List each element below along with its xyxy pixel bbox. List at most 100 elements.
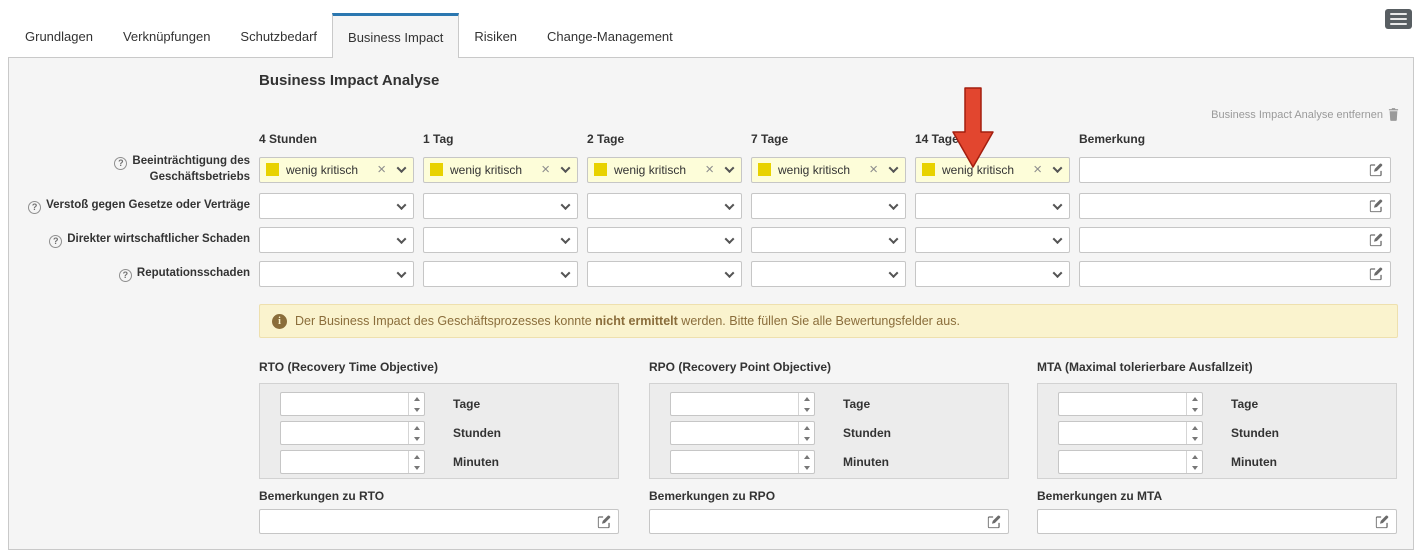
spinner-down-icon[interactable] [409, 404, 424, 415]
help-icon[interactable]: ? [28, 201, 41, 214]
spinner-down-icon[interactable] [799, 433, 814, 444]
bia-select[interactable]: wenig kritisch × [259, 157, 414, 183]
rpo-remark-field[interactable] [649, 509, 1009, 534]
tab-risiken[interactable]: Risiken [459, 16, 532, 57]
hamburger-menu-icon[interactable] [1385, 9, 1412, 29]
bia-select[interactable] [751, 261, 906, 287]
rpo-title: RPO (Recovery Point Objective) [649, 360, 1009, 375]
bia-select[interactable]: wenig kritisch × [423, 157, 578, 183]
rating-color-swatch [430, 163, 443, 176]
spinner-input[interactable] [281, 422, 408, 444]
tab-schutzbedarf[interactable]: Schutzbedarf [225, 16, 332, 57]
spinner-input[interactable] [281, 451, 408, 473]
spinner-input[interactable] [671, 422, 798, 444]
spinner-up-icon[interactable] [1187, 393, 1202, 404]
spinner-down-icon[interactable] [409, 433, 424, 444]
rto-minuten-spinner[interactable] [280, 450, 425, 474]
help-icon[interactable]: ? [114, 157, 127, 170]
rto-stunden-spinner[interactable] [280, 421, 425, 445]
bia-select[interactable]: wenig kritisch × [587, 157, 742, 183]
spinner-up-icon[interactable] [409, 451, 424, 462]
bia-select[interactable] [259, 227, 414, 253]
bemerkung-field[interactable] [1079, 227, 1391, 253]
bia-select[interactable] [423, 193, 578, 219]
remove-bia-link[interactable]: Business Impact Analyse entfernen [1211, 108, 1399, 121]
spinner-up-icon[interactable] [409, 422, 424, 433]
spinner-input[interactable] [1059, 422, 1186, 444]
bemerkung-input[interactable] [1087, 199, 1369, 213]
tab-change-management[interactable]: Change-Management [532, 16, 688, 57]
row-label: ?Reputationsschaden [9, 266, 250, 282]
bemerkung-input[interactable] [1087, 163, 1369, 177]
rto-tage-spinner[interactable] [280, 392, 425, 416]
mta-tage-spinner[interactable] [1058, 392, 1203, 416]
bia-select[interactable] [751, 193, 906, 219]
spinner-input[interactable] [1059, 393, 1186, 415]
spinner-down-icon[interactable] [799, 404, 814, 415]
mta-remark-field[interactable] [1037, 509, 1397, 534]
bia-select[interactable] [915, 193, 1070, 219]
spinner-up-icon[interactable] [799, 451, 814, 462]
bia-select[interactable] [587, 261, 742, 287]
spinner-down-icon[interactable] [1187, 462, 1202, 473]
spinner-up-icon[interactable] [1187, 451, 1202, 462]
tab-business-impact[interactable]: Business Impact [332, 13, 459, 58]
spinner-down-icon[interactable] [799, 462, 814, 473]
mta-stunden-spinner[interactable] [1058, 421, 1203, 445]
bia-select[interactable]: wenig kritisch × [915, 157, 1070, 183]
clear-icon[interactable]: × [539, 162, 552, 177]
rpo-stunden-spinner[interactable] [670, 421, 815, 445]
help-icon[interactable]: ? [119, 269, 132, 282]
bia-select[interactable] [259, 261, 414, 287]
rto-remark-input[interactable] [267, 515, 597, 529]
bia-select[interactable] [751, 227, 906, 253]
chevron-down-icon [889, 163, 899, 173]
spinner-down-icon[interactable] [1187, 404, 1202, 415]
unit-label: Minuten [453, 455, 499, 469]
rto-remark-field[interactable] [259, 509, 619, 534]
spinner-down-icon[interactable] [409, 462, 424, 473]
unit-label: Stunden [453, 426, 501, 440]
bemerkung-field[interactable] [1079, 157, 1391, 183]
rpo-tage-spinner[interactable] [670, 392, 815, 416]
spinner-up-icon[interactable] [409, 393, 424, 404]
clear-icon[interactable]: × [703, 162, 716, 177]
chevron-down-icon [889, 200, 899, 210]
bia-select[interactable] [587, 193, 742, 219]
spinner-up-icon[interactable] [1187, 422, 1202, 433]
bia-select[interactable] [915, 261, 1070, 287]
chevron-down-icon [725, 234, 735, 244]
bemerkung-field[interactable] [1079, 193, 1391, 219]
clear-icon[interactable]: × [1031, 162, 1044, 177]
spinner-up-icon[interactable] [799, 422, 814, 433]
tab-grundlagen[interactable]: Grundlagen [10, 16, 108, 57]
bia-select[interactable] [423, 261, 578, 287]
clear-icon[interactable]: × [375, 162, 388, 177]
bemerkung-input[interactable] [1087, 267, 1369, 281]
clear-icon[interactable]: × [867, 162, 880, 177]
bia-select[interactable]: wenig kritisch × [751, 157, 906, 183]
bia-select[interactable] [587, 227, 742, 253]
spinner-input[interactable] [281, 393, 408, 415]
spinner-input[interactable] [1059, 451, 1186, 473]
bia-select[interactable] [915, 227, 1070, 253]
column-header-4-stunden: 4 Stunden [259, 128, 414, 146]
spinner-input[interactable] [671, 393, 798, 415]
rpo-minuten-spinner[interactable] [670, 450, 815, 474]
tab-verknuepfungen[interactable]: Verknüpfungen [108, 16, 225, 57]
mta-minuten-spinner[interactable] [1058, 450, 1203, 474]
spinner-up-icon[interactable] [799, 393, 814, 404]
chevron-down-icon [725, 200, 735, 210]
spinner-input[interactable] [671, 451, 798, 473]
bemerkung-field[interactable] [1079, 261, 1391, 287]
spinner-down-icon[interactable] [1187, 433, 1202, 444]
bia-select[interactable] [423, 227, 578, 253]
mta-remark-input[interactable] [1045, 515, 1375, 529]
rpo-remark-input[interactable] [657, 515, 987, 529]
bemerkung-input[interactable] [1087, 233, 1369, 247]
row-label: ?Verstoß gegen Gesetze oder Verträge [9, 198, 250, 214]
rating-color-swatch [758, 163, 771, 176]
chevron-down-icon [561, 163, 571, 173]
help-icon[interactable]: ? [49, 235, 62, 248]
bia-select[interactable] [259, 193, 414, 219]
